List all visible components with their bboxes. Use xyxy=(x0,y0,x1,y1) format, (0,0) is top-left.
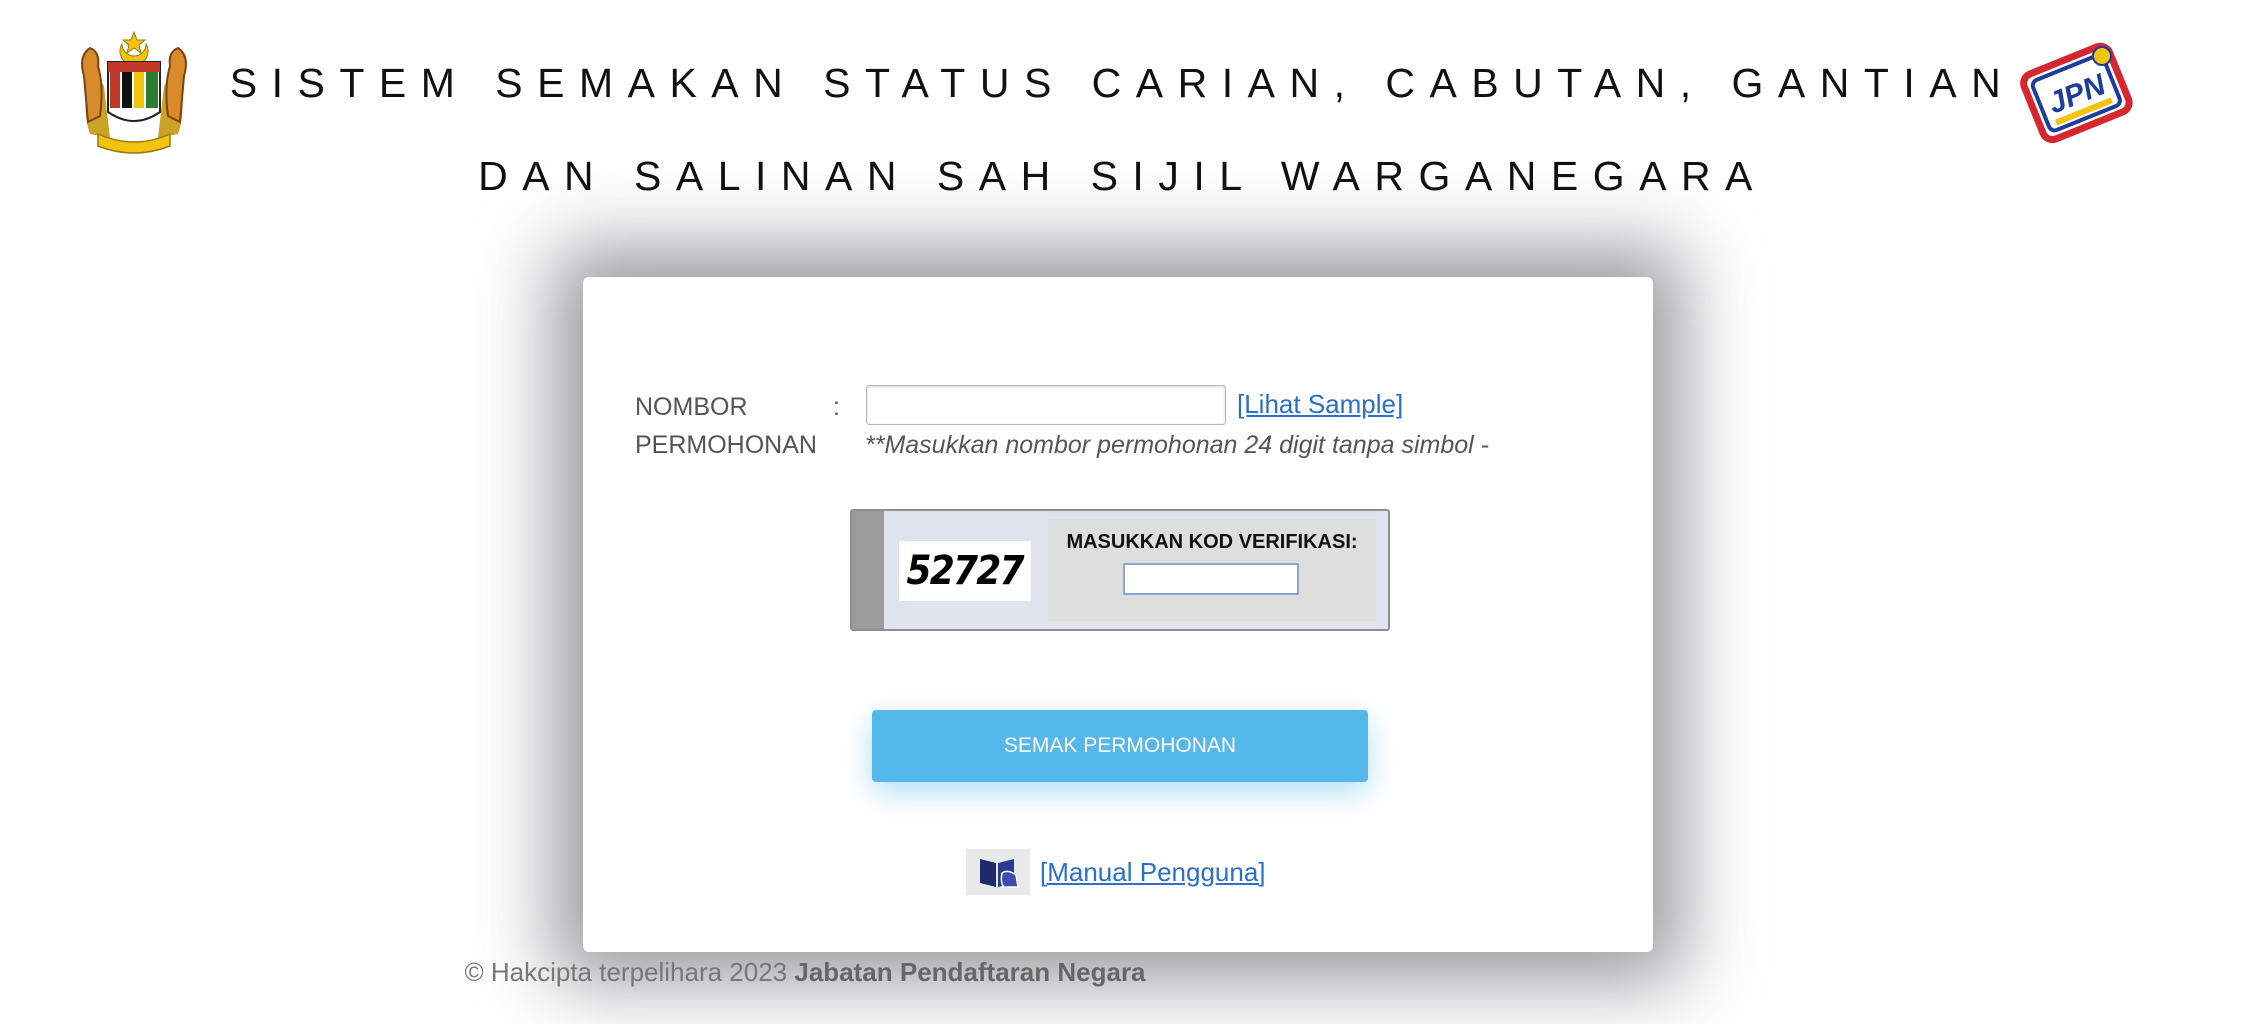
nombor-permohonan-input[interactable] xyxy=(866,385,1226,425)
label-colon: : xyxy=(833,393,840,421)
captcha-box: 52727 MASUKKAN KOD VERIFIKASI: xyxy=(850,509,1390,631)
captcha-image: 52727 xyxy=(899,541,1031,601)
jpn-logo: JPN xyxy=(2020,42,2133,144)
captcha-label: MASUKKAN KOD VERIFIKASI: xyxy=(1066,531,1358,553)
footer-org: Jabatan Pendaftaran Negara xyxy=(794,957,1146,987)
footer-copyright: © Hakcipta terpelihara 2023 xyxy=(464,957,788,987)
book-hand-icon[interactable] xyxy=(966,849,1030,895)
page-title-line-1: SISTEM SEMAKAN STATUS CARIAN, CABUTAN, G… xyxy=(229,60,2016,106)
semak-permohonan-button[interactable]: SEMAK PERMOHONAN xyxy=(872,710,1368,782)
login-card: NOMBOR PERMOHONAN : [Lihat Sample] **Mas… xyxy=(583,277,1653,952)
nombor-permohonan-label: NOMBOR PERMOHONAN xyxy=(635,393,817,459)
lihat-sample-link[interactable]: [Lihat Sample] xyxy=(1237,389,1403,420)
captcha-code: 52727 xyxy=(906,548,1025,594)
nombor-hint-text: **Masukkan nombor permohonan 24 digit ta… xyxy=(865,431,1489,459)
captcha-panel: MASUKKAN KOD VERIFIKASI: xyxy=(1048,519,1376,621)
page-title-line-2: DAN SALINAN SAH SIJIL WARGANEGARA xyxy=(478,153,1767,199)
manual-pengguna: [Manual Pengguna] xyxy=(966,849,1266,895)
footer: © Hakcipta terpelihara 2023 Jabatan Pend… xyxy=(0,957,1610,988)
captcha-side-strip xyxy=(852,511,884,629)
page: SISTEM SEMAKAN STATUS CARIAN, CABUTAN, G… xyxy=(0,0,2245,1024)
manual-pengguna-link[interactable]: [Manual Pengguna] xyxy=(1040,857,1266,888)
captcha-input[interactable] xyxy=(1123,563,1299,595)
